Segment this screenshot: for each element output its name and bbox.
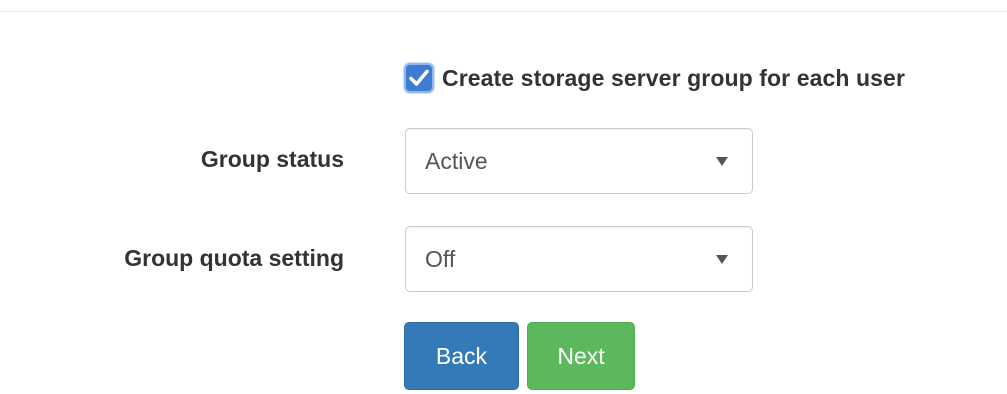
create-group-label: Create storage server group for each use… (442, 64, 905, 91)
caret-down-icon (716, 255, 728, 264)
group-quota-select[interactable]: Off (405, 226, 753, 292)
group-status-value: Active (425, 148, 488, 174)
create-group-option[interactable]: Create storage server group for each use… (404, 60, 905, 96)
group-quota-value: Off (425, 246, 456, 272)
checkmark-icon (409, 69, 429, 86)
create-group-checkbox[interactable] (404, 63, 434, 93)
wizard-step: Create storage server group for each use… (0, 0, 1007, 394)
next-button[interactable]: Next (527, 322, 635, 390)
group-status-label: Group status (200, 146, 344, 172)
top-divider (0, 11, 1007, 12)
group-quota-label: Group quota setting (124, 245, 344, 271)
group-status-select[interactable]: Active (405, 128, 753, 194)
caret-down-icon (716, 157, 728, 166)
back-button[interactable]: Back (404, 322, 519, 390)
